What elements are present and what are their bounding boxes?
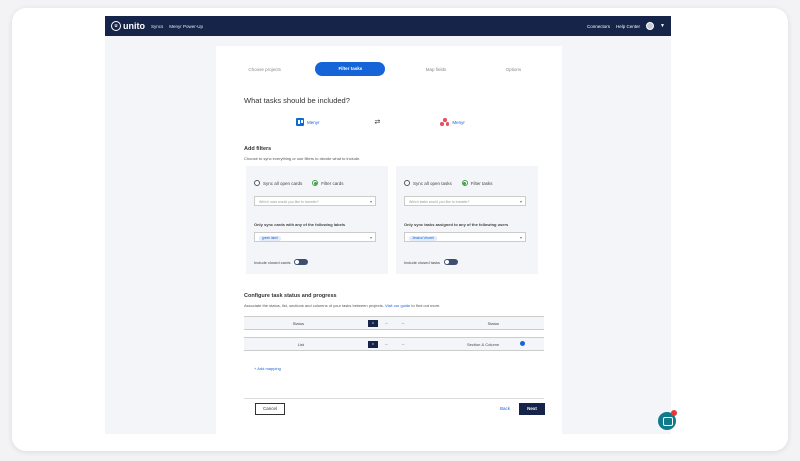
filters-heading: Add filters	[244, 146, 272, 152]
arrow-right-icon: →	[384, 320, 389, 325]
guide-link[interactable]: Visit our guide	[385, 303, 410, 308]
swap-icon: ⇄	[374, 119, 381, 126]
back-button[interactable]: Back	[500, 406, 510, 411]
include-closed-toggle[interactable]	[444, 259, 459, 265]
connectors-link[interactable]: Connectors	[587, 24, 610, 29]
page-title: What tasks should be included?	[244, 96, 350, 105]
tasks-select[interactable]: Which tasks would you like to transfer? …	[404, 196, 526, 206]
tool-pair: Menyr ⇄ Menyr	[244, 118, 544, 126]
chevron-down-icon: ▾	[369, 199, 372, 204]
left-field[interactable]: Status	[274, 321, 304, 326]
unito-logo[interactable]: u unito	[111, 21, 145, 31]
rows-select[interactable]: Which rows would you like to transfer? ▾	[254, 196, 376, 206]
chevron-down-icon[interactable]: ▼	[660, 23, 665, 29]
chevron-down-icon: ▾	[369, 235, 372, 240]
status-heading: Configure task status and progress	[244, 293, 337, 299]
avatar[interactable]	[646, 22, 655, 30]
help-center-link[interactable]: Help Center	[616, 24, 640, 29]
radio-label: Filter tasks	[470, 180, 493, 186]
status-subtitle-end: to find out more.	[411, 303, 441, 308]
step-choose-projects[interactable]: Choose projects	[226, 67, 303, 72]
select-placeholder: Which rows would you like to transfer?	[259, 200, 319, 204]
mapping-row: List ≡ → ← Section & Column	[244, 337, 544, 351]
mapping-button[interactable]: ≡	[368, 320, 378, 327]
include-closed-toggle[interactable]	[294, 259, 309, 265]
brand-name: unito	[123, 21, 145, 31]
mapping-button[interactable]: ≡	[368, 341, 378, 348]
chevron-down-icon: ▾	[519, 235, 522, 240]
radio-label: Filter cards	[321, 180, 344, 186]
left-tool: Menyr	[296, 118, 320, 126]
radio-button-selected[interactable]	[461, 180, 468, 186]
radio-button[interactable]	[254, 180, 260, 186]
chip-user[interactable]: Jessica Vincent	[409, 236, 438, 241]
step-options[interactable]: Options	[475, 67, 552, 72]
right-field[interactable]: Section & Column	[439, 342, 499, 347]
status-subtitle-text: Associate the status, list, sections and…	[244, 303, 384, 308]
radio-filter-tasks[interactable]: Filter tasks	[461, 180, 493, 186]
select-placeholder: Which tasks would you like to transfer?	[409, 200, 470, 204]
users-filter-label: Only sync tasks assigned to any of the f…	[404, 222, 509, 227]
asana-icon	[440, 118, 450, 126]
breadcrumb-syncs[interactable]: Syncs	[151, 24, 163, 29]
breadcrumb-sync-name: Menyr Power-Up	[169, 23, 204, 29]
left-field[interactable]: List	[274, 342, 304, 347]
radio-label: Sync all open cards	[263, 180, 303, 186]
footer-divider	[244, 398, 544, 399]
arrow-left-icon: ←	[401, 341, 406, 346]
left-tool-label: Menyr	[307, 119, 320, 125]
include-closed-cards: Include closed cards	[254, 259, 309, 265]
users-multiselect[interactable]: Jessica Vincent ▾	[404, 232, 526, 242]
radio-filter-cards[interactable]: Filter cards	[312, 180, 344, 186]
status-subtitle: Associate the status, list, sections and…	[244, 303, 440, 308]
trello-icon	[296, 118, 304, 126]
radio-button[interactable]	[404, 180, 410, 186]
radio-button-selected[interactable]	[312, 180, 319, 186]
include-closed-label: Include closed cards	[254, 259, 291, 265]
include-closed-tasks: Include closed tasks	[404, 259, 459, 265]
info-icon[interactable]	[520, 341, 525, 346]
notification-badge	[671, 410, 677, 416]
step-filter-tasks[interactable]: Filter tasks	[315, 62, 386, 76]
unito-logo-icon: u	[111, 21, 121, 31]
arrow-right-icon: →	[384, 341, 389, 346]
chip-green-label[interactable]: green label	[259, 236, 281, 241]
right-tool: Menyr	[440, 118, 465, 126]
arrow-left-icon: ←	[401, 320, 406, 325]
chevron-down-icon: ▾	[519, 199, 522, 204]
add-mapping-link[interactable]: + Add mapping	[254, 366, 281, 371]
next-button[interactable]: Next	[519, 403, 545, 415]
radio-sync-all-tasks[interactable]: Sync all open tasks	[404, 180, 452, 186]
main-panel: Choose projects Filter tasks Map fields …	[216, 46, 562, 434]
left-filter-panel: Sync all open cards Filter cards Which r…	[246, 166, 388, 274]
radio-label: Sync all open tasks	[413, 180, 452, 186]
cancel-button[interactable]: Cancel	[255, 403, 285, 415]
mapping-row: Status ≡ → ← Status	[244, 316, 544, 330]
right-tool-label: Menyr	[452, 119, 465, 125]
top-nav-bar: u unito Syncs Menyr Power-Up Connectors …	[105, 16, 671, 36]
right-filter-panel: Sync all open tasks Filter tasks Which t…	[396, 166, 538, 274]
labels-filter-label: Only sync cards with any of the followin…	[254, 222, 346, 227]
labels-multiselect[interactable]: green label ▾	[254, 232, 376, 242]
stepper: Choose projects Filter tasks Map fields …	[226, 62, 552, 76]
right-field[interactable]: Status	[439, 321, 499, 326]
include-closed-label: Include closed tasks	[404, 259, 441, 265]
radio-sync-all-cards[interactable]: Sync all open cards	[254, 180, 302, 186]
step-map-fields[interactable]: Map fields	[397, 67, 474, 72]
filters-subtitle: Choose to sync everything or use filters…	[244, 156, 361, 161]
